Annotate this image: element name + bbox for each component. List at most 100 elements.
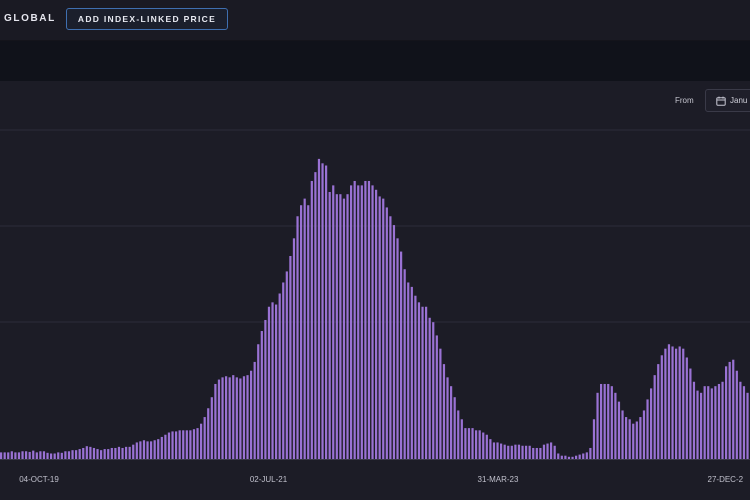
chart-bar[interactable] — [7, 452, 10, 459]
chart-bar[interactable] — [450, 386, 453, 459]
chart-bar[interactable] — [57, 452, 60, 459]
chart-bar[interactable] — [710, 388, 713, 459]
chart-bar[interactable] — [150, 441, 153, 459]
chart-bar[interactable] — [46, 452, 49, 459]
chart-bar[interactable] — [364, 180, 367, 459]
chart-bar[interactable] — [646, 399, 649, 459]
chart-bar[interactable] — [732, 359, 735, 459]
chart-bar[interactable] — [3, 452, 6, 459]
chart-bar[interactable] — [142, 440, 146, 459]
chart-bar[interactable] — [275, 304, 278, 459]
chart-bar[interactable] — [300, 205, 303, 459]
chart-bar[interactable] — [746, 392, 749, 459]
chart-bar[interactable] — [610, 386, 613, 459]
chart-bar[interactable] — [264, 319, 267, 459]
chart-bar[interactable] — [28, 451, 31, 459]
chart-bar[interactable] — [489, 439, 492, 459]
chart-bar[interactable] — [517, 444, 521, 459]
chart-bar[interactable] — [260, 331, 263, 459]
chart-bar[interactable] — [128, 446, 131, 459]
chart-bar[interactable] — [75, 450, 78, 459]
chart-bar[interactable] — [325, 165, 328, 459]
chart-bar[interactable] — [242, 376, 246, 459]
chart-bar[interactable] — [78, 449, 81, 459]
chart-bar[interactable] — [496, 442, 499, 459]
chart-bar[interactable] — [692, 381, 696, 459]
chart-bar[interactable] — [428, 317, 431, 459]
chart-bar[interactable] — [471, 428, 474, 459]
chart-bar[interactable] — [417, 302, 421, 459]
chart-bar[interactable] — [403, 269, 406, 459]
chart-bar[interactable] — [628, 419, 631, 459]
chart-bar[interactable] — [660, 355, 663, 459]
chart-bar[interactable] — [500, 443, 503, 459]
chart-bar[interactable] — [200, 423, 203, 459]
chart-bar[interactable] — [667, 344, 671, 459]
chart-bar[interactable] — [271, 302, 274, 459]
chart-bar[interactable] — [457, 410, 460, 459]
chart-bar[interactable] — [164, 434, 167, 459]
chart-bar[interactable] — [82, 447, 85, 459]
chart-bar[interactable] — [553, 445, 556, 459]
chart-bar[interactable] — [639, 417, 642, 459]
chart-bar[interactable] — [210, 397, 213, 459]
chart-bar[interactable] — [232, 375, 235, 459]
chart-bar[interactable] — [250, 370, 253, 459]
chart-bar[interactable] — [160, 436, 163, 459]
chart-bar[interactable] — [110, 447, 113, 459]
chart-bar[interactable] — [546, 443, 549, 459]
chart-bar[interactable] — [478, 430, 481, 459]
chart-bar[interactable] — [267, 306, 271, 459]
chart-bar[interactable] — [603, 383, 606, 459]
chart-bar[interactable] — [228, 377, 231, 459]
chart-bar[interactable] — [539, 447, 542, 459]
chart-bar[interactable] — [135, 442, 138, 459]
chart-bar[interactable] — [53, 453, 56, 459]
chart-bar[interactable] — [178, 430, 181, 459]
chart-bar[interactable] — [735, 370, 738, 459]
chart-bar[interactable] — [357, 185, 360, 459]
chart-bar[interactable] — [714, 386, 717, 459]
chart-bar[interactable] — [717, 383, 721, 459]
chart-bar[interactable] — [700, 392, 703, 459]
chart-bar[interactable] — [739, 381, 742, 459]
chart-bar[interactable] — [535, 447, 538, 459]
chart-bar[interactable] — [253, 361, 256, 459]
chart-bar[interactable] — [303, 198, 306, 460]
chart-bar[interactable] — [225, 376, 228, 459]
chart-bar[interactable] — [578, 454, 581, 459]
chart-bar[interactable] — [382, 198, 385, 460]
chart-bar[interactable] — [100, 450, 103, 459]
chart-bar[interactable] — [532, 447, 535, 459]
chart-bar[interactable] — [432, 322, 435, 459]
chart-bar[interactable] — [689, 368, 692, 459]
chart-bar[interactable] — [696, 390, 699, 459]
chart-bar[interactable] — [214, 383, 217, 459]
chart-bar[interactable] — [121, 447, 124, 459]
chart-bar[interactable] — [367, 180, 371, 459]
chart-bar[interactable] — [157, 439, 160, 459]
chart-bar[interactable] — [339, 194, 342, 459]
add-index-linked-price-button[interactable]: ADD INDEX-LINKED PRICE — [66, 8, 228, 30]
chart-bar[interactable] — [171, 431, 174, 459]
chart-bar[interactable] — [296, 216, 299, 459]
chart-bar[interactable] — [39, 451, 42, 459]
chart-bar[interactable] — [342, 198, 346, 460]
chart-bar[interactable] — [310, 180, 313, 459]
chart-bar[interactable] — [14, 452, 17, 459]
chart-bar[interactable] — [632, 423, 635, 459]
chart-bar[interactable] — [642, 410, 646, 459]
chart-bar[interactable] — [671, 346, 674, 459]
chart-bar[interactable] — [289, 255, 292, 459]
chart-bar[interactable] — [650, 388, 653, 459]
chart-bar[interactable] — [492, 442, 496, 459]
chart-bar[interactable] — [189, 430, 192, 459]
chart-bar[interactable] — [575, 455, 578, 459]
chart-bar[interactable] — [203, 417, 206, 459]
chart-bar[interactable] — [10, 451, 13, 459]
chart-bar[interactable] — [600, 383, 603, 459]
chart-bar[interactable] — [167, 432, 171, 459]
chart-bar[interactable] — [617, 401, 621, 459]
chart-bar[interactable] — [389, 216, 392, 459]
chart-bar[interactable] — [335, 194, 338, 459]
